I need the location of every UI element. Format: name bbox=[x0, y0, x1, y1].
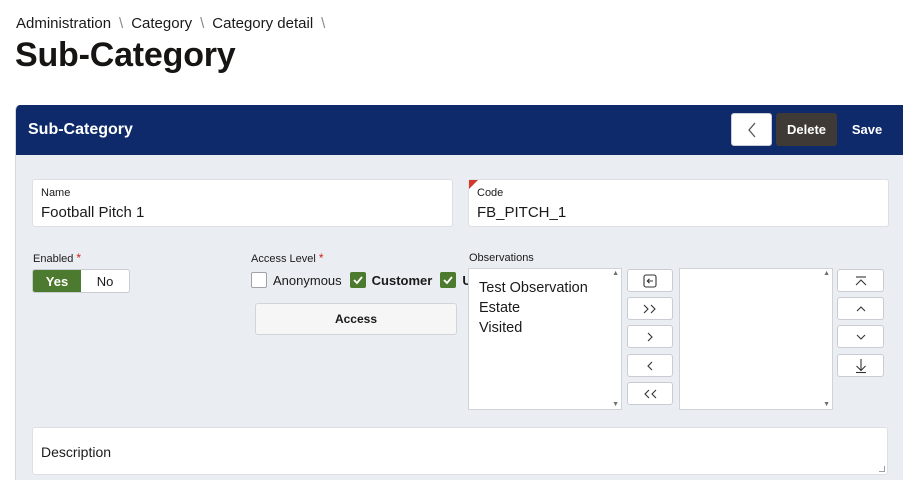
save-button[interactable]: Save bbox=[841, 113, 893, 146]
access-level-label: Access Level * bbox=[251, 251, 323, 265]
access-button[interactable]: Access bbox=[255, 303, 457, 335]
move-up-button[interactable] bbox=[837, 297, 884, 320]
move-all-left-button[interactable] bbox=[627, 382, 673, 405]
observations-available-list[interactable]: Test Observation Estate Visited ▲ ▼ bbox=[468, 268, 622, 410]
customer-label: Customer bbox=[371, 272, 433, 288]
code-value: FB_PITCH_1 bbox=[477, 204, 567, 221]
move-right-button[interactable] bbox=[627, 325, 673, 348]
code-field[interactable]: Code FB_PITCH_1 bbox=[468, 179, 889, 227]
page-title: Sub-Category bbox=[15, 36, 236, 74]
access-level-checkboxes: Anonymous Customer Us bbox=[251, 272, 473, 288]
scroll-up-arrow-icon[interactable]: ▲ bbox=[823, 270, 830, 277]
region-header: Sub-Category Delete Save bbox=[16, 105, 903, 155]
move-left-icon bbox=[647, 361, 653, 370]
required-star: * bbox=[76, 251, 82, 265]
move-down-button[interactable] bbox=[837, 325, 884, 348]
breadcrumb-item-category-detail[interactable]: Category detail bbox=[212, 15, 313, 32]
name-value: Football Pitch 1 bbox=[41, 204, 145, 221]
breadcrumb-separator: \ bbox=[200, 15, 205, 32]
list-item[interactable]: Estate bbox=[469, 298, 621, 318]
scroll-down-arrow-icon[interactable]: ▼ bbox=[823, 401, 830, 408]
enabled-toggle[interactable]: Yes No bbox=[32, 269, 130, 293]
enabled-no-option[interactable]: No bbox=[81, 270, 129, 292]
move-left-button[interactable] bbox=[627, 354, 673, 377]
move-bottom-button[interactable] bbox=[837, 354, 884, 377]
reset-button[interactable] bbox=[627, 269, 673, 292]
breadcrumb-item-category[interactable]: Category bbox=[131, 15, 192, 32]
move-up-icon bbox=[856, 305, 865, 311]
move-right-icon bbox=[647, 332, 653, 341]
anonymous-checkbox[interactable] bbox=[251, 272, 267, 288]
move-bottom-icon bbox=[855, 358, 866, 373]
list-item[interactable]: Test Observation bbox=[469, 278, 621, 298]
list-item[interactable]: Visited bbox=[469, 318, 621, 338]
checkmark-icon bbox=[443, 276, 454, 285]
checkmark-icon bbox=[353, 276, 363, 285]
move-all-right-icon bbox=[643, 304, 656, 313]
observations-selected-list[interactable]: ▲ ▼ bbox=[679, 268, 833, 410]
observations-label: Observations bbox=[469, 252, 534, 264]
description-field[interactable]: Description bbox=[32, 427, 888, 475]
breadcrumb-separator: \ bbox=[119, 15, 124, 32]
anonymous-label: Anonymous bbox=[273, 272, 342, 288]
enabled-yes-option[interactable]: Yes bbox=[33, 270, 81, 292]
back-button[interactable] bbox=[731, 113, 772, 146]
resize-handle-icon[interactable] bbox=[879, 466, 885, 472]
delete-button[interactable]: Delete bbox=[776, 113, 837, 146]
move-all-left-icon bbox=[644, 389, 657, 398]
breadcrumb-item-administration[interactable]: Administration bbox=[16, 15, 111, 32]
description-label: Description bbox=[41, 444, 112, 460]
code-label: Code bbox=[477, 187, 504, 199]
move-top-icon bbox=[855, 275, 866, 285]
access-level-label-text: Access Level bbox=[251, 253, 316, 265]
scroll-down-arrow-icon[interactable]: ▼ bbox=[612, 401, 619, 408]
region-title: Sub-Category bbox=[28, 121, 133, 138]
name-label: Name bbox=[41, 187, 71, 199]
required-star: * bbox=[318, 251, 324, 265]
scroll-up-arrow-icon[interactable]: ▲ bbox=[612, 270, 619, 277]
user-checkbox[interactable] bbox=[440, 272, 457, 288]
move-down-icon bbox=[856, 334, 865, 340]
move-top-button[interactable] bbox=[837, 269, 884, 292]
sub-category-region: Sub-Category Delete Save Name Football P… bbox=[15, 105, 903, 480]
chevron-left-icon bbox=[747, 122, 755, 137]
breadcrumb: Administration \ Category \ Category det… bbox=[16, 15, 333, 32]
customer-checkbox[interactable] bbox=[349, 272, 366, 288]
breadcrumb-separator: \ bbox=[321, 15, 326, 32]
reset-icon bbox=[643, 273, 657, 288]
enabled-label-text: Enabled bbox=[33, 253, 74, 265]
name-field[interactable]: Name Football Pitch 1 bbox=[32, 179, 453, 227]
move-all-right-button[interactable] bbox=[627, 297, 673, 320]
enabled-label: Enabled * bbox=[33, 251, 81, 265]
